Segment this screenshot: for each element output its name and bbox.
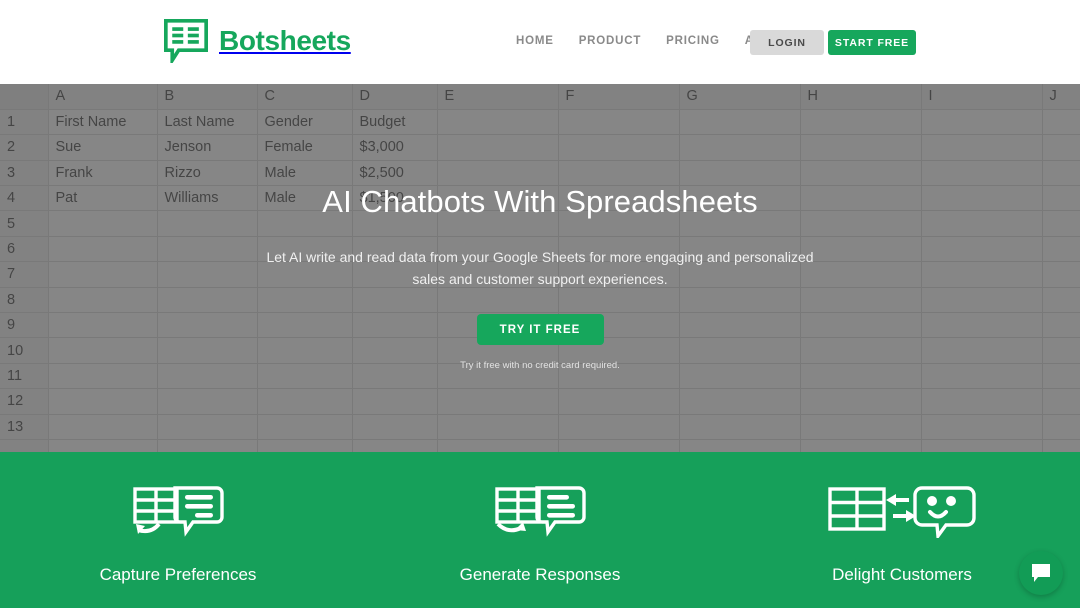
try-it-free-button[interactable]: TRY IT FREE bbox=[476, 314, 604, 345]
brand-logo-link[interactable]: Botsheets bbox=[164, 19, 351, 63]
hero-note: Try it free with no credit card required… bbox=[460, 360, 620, 371]
hero-subtitle: Let AI write and read data from your Goo… bbox=[266, 249, 814, 287]
feature-delight-customers: Delight Customers bbox=[802, 482, 1002, 585]
feature-label: Generate Responses bbox=[459, 565, 621, 584]
features-section: Capture Preferences Generate Responses D… bbox=[0, 452, 1080, 608]
nav-item-product[interactable]: PRODUCT bbox=[579, 35, 641, 47]
feature-capture-preferences: Capture Preferences bbox=[78, 482, 278, 585]
sheet-chat-arrow-right-icon bbox=[493, 482, 587, 540]
site-header: Botsheets HOME PRODUCT PRICING AFFILIATE… bbox=[0, 0, 1080, 84]
feature-generate-responses: Generate Responses bbox=[440, 482, 640, 585]
nav-item-pricing[interactable]: PRICING bbox=[666, 35, 720, 47]
hero-section: AI Chatbots With Spreadsheets Let AI wri… bbox=[0, 84, 1080, 452]
feature-label: Capture Preferences bbox=[99, 565, 257, 584]
chat-widget-button[interactable] bbox=[1019, 551, 1063, 595]
sheet-chat-arrow-left-icon bbox=[131, 482, 225, 540]
speech-bubble-spreadsheet-icon bbox=[164, 19, 208, 63]
start-free-button[interactable]: START FREE bbox=[828, 30, 916, 55]
page-title: AI Chatbots With Spreadsheets bbox=[322, 184, 758, 219]
features-row: Capture Preferences Generate Responses D… bbox=[0, 452, 1080, 585]
chat-bubble-icon bbox=[1032, 564, 1050, 582]
login-button[interactable]: LOGIN bbox=[750, 30, 824, 55]
brand-name: Botsheets bbox=[219, 25, 351, 56]
feature-label: Delight Customers bbox=[832, 565, 972, 584]
page-root: Botsheets HOME PRODUCT PRICING AFFILIATE… bbox=[0, 0, 1080, 608]
nav-item-home[interactable]: HOME bbox=[516, 35, 554, 47]
sheet-exchange-smiley-icon bbox=[826, 482, 978, 540]
